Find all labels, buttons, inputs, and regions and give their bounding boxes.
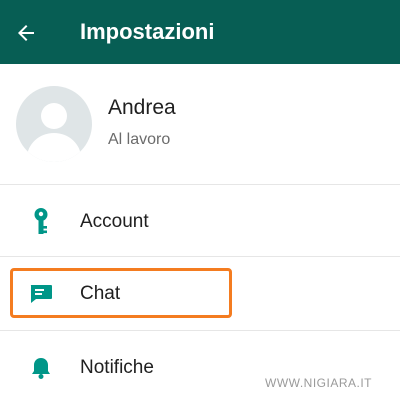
app-bar: Impostazioni [0,0,400,64]
bell-icon [32,358,50,379]
divider [0,256,400,257]
default-avatar-icon[interactable] [16,86,92,162]
profile-section[interactable]: Andrea Al lavoro [0,64,400,184]
menu-item-notifications[interactable]: Notifiche [0,332,400,404]
menu-item-label: Chat [80,283,121,304]
profile-name: Andrea [108,96,176,119]
menu-item-chat[interactable]: Chat [0,258,400,330]
chat-bubble-icon [30,285,52,303]
page-title: Impostazioni [80,19,215,44]
divider [0,184,400,185]
menu-item-label: Account [80,211,149,232]
menu-item-label: Notifiche [80,357,154,378]
key-icon [34,208,48,234]
divider [0,330,400,331]
arrow-left-icon [18,25,34,41]
menu-item-account[interactable]: Account [0,186,400,258]
back-button[interactable] [10,17,42,49]
watermark: WWW.NIGIARA.IT [265,376,372,390]
profile-status: Al lavoro [108,131,171,148]
